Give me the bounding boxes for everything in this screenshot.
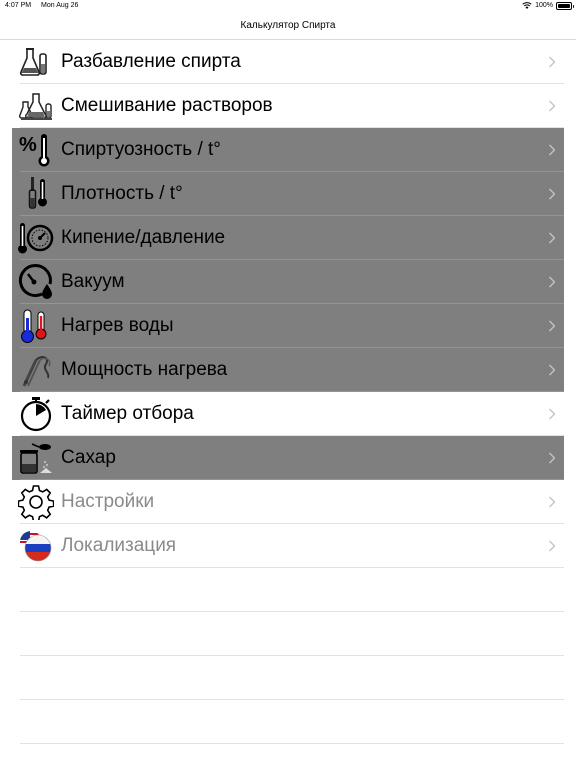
blue-red-thermometers-icon — [21, 309, 47, 343]
empty-list-row — [0, 656, 576, 700]
empty-list-row — [0, 612, 576, 656]
battery-percent: 100% — [535, 2, 553, 9]
chevron-right-icon — [549, 496, 556, 508]
chevron-right-icon — [549, 408, 556, 420]
menu-item-label: Таймер отбора — [61, 403, 194, 424]
menu-item-localization[interactable]: Локализация — [0, 524, 576, 568]
menu-item-label: Плотность / t° — [61, 183, 183, 204]
flag-globe-icon — [20, 531, 52, 562]
empty-list-row — [0, 568, 576, 612]
navigation-bar: Калькулятор Спирта — [0, 12, 576, 40]
flasks-icon — [19, 48, 47, 76]
chevron-right-icon — [549, 452, 556, 464]
menu-item-label: Разбавление спирта — [61, 51, 241, 72]
chevron-right-icon — [549, 320, 556, 332]
heating-element-icon — [22, 356, 51, 387]
sugar-jar-icon — [20, 443, 52, 474]
menu-item-density[interactable]: Плотность / t° — [12, 172, 564, 216]
menu-item-vacuum[interactable]: Вакуум — [12, 260, 564, 304]
menu-item-sugar[interactable]: Сахар — [12, 436, 564, 480]
empty-list-row — [0, 700, 576, 744]
menu-item-water-heating[interactable]: Нагрев воды — [12, 304, 564, 348]
menu-item-label: Смешивание растворов — [61, 95, 273, 116]
chevron-right-icon — [549, 56, 556, 68]
percent-thermometer-icon: % — [19, 134, 50, 167]
vacuum-gauge-icon — [18, 264, 52, 299]
thermometer-pressure-gauge-icon — [18, 223, 54, 254]
mixing-flasks-icon — [18, 93, 52, 120]
menu-item-boiling-pressure[interactable]: Кипение/давление — [12, 216, 564, 260]
menu-item-label: Мощность нагрева — [61, 359, 228, 380]
status-bar: 4:07 PM Mon Aug 26 100% — [0, 0, 576, 12]
menu-item-settings[interactable]: Настройки — [0, 480, 576, 524]
menu-item-label: Вакуум — [61, 271, 125, 292]
menu-item-dilution[interactable]: Разбавление спирта — [0, 40, 576, 84]
status-right: 100% — [522, 1, 574, 10]
chevron-right-icon — [549, 188, 556, 200]
menu-item-alcohol-strength[interactable]: % Спиртуозность / t° — [12, 128, 564, 172]
chevron-right-icon — [549, 232, 556, 244]
menu-item-collection-timer[interactable]: Таймер отбора — [0, 392, 576, 436]
menu-item-label: Сахар — [61, 447, 116, 468]
menu-item-label: Настройки — [61, 491, 155, 512]
chevron-right-icon — [549, 276, 556, 288]
menu-item-label: Нагрев воды — [61, 315, 174, 336]
svg-text:%: % — [19, 134, 37, 156]
menu-item-mixing[interactable]: Смешивание растворов — [0, 84, 576, 128]
menu-list: Разбавление спирта Смешивание растворов … — [0, 40, 576, 744]
hydrometer-thermometer-icon — [28, 177, 47, 209]
stopwatch-icon — [20, 397, 52, 432]
gear-icon — [18, 485, 54, 520]
menu-item-label: Локализация — [61, 535, 177, 556]
status-left: 4:07 PM Mon Aug 26 — [5, 2, 86, 9]
chevron-right-icon — [549, 540, 556, 552]
menu-item-heating-power[interactable]: Мощность нагрева — [12, 348, 564, 392]
page-title: Калькулятор Спирта — [240, 20, 336, 31]
menu-item-label: Спиртуозность / t° — [61, 139, 221, 160]
chevron-right-icon — [549, 100, 556, 112]
status-time: 4:07 PM — [5, 2, 32, 9]
battery-icon — [556, 1, 574, 10]
chevron-right-icon — [549, 364, 556, 376]
status-date: Mon Aug 26 — [41, 2, 79, 9]
menu-item-label: Кипение/давление — [61, 227, 226, 248]
chevron-right-icon — [549, 144, 556, 156]
wifi-icon — [522, 2, 532, 9]
